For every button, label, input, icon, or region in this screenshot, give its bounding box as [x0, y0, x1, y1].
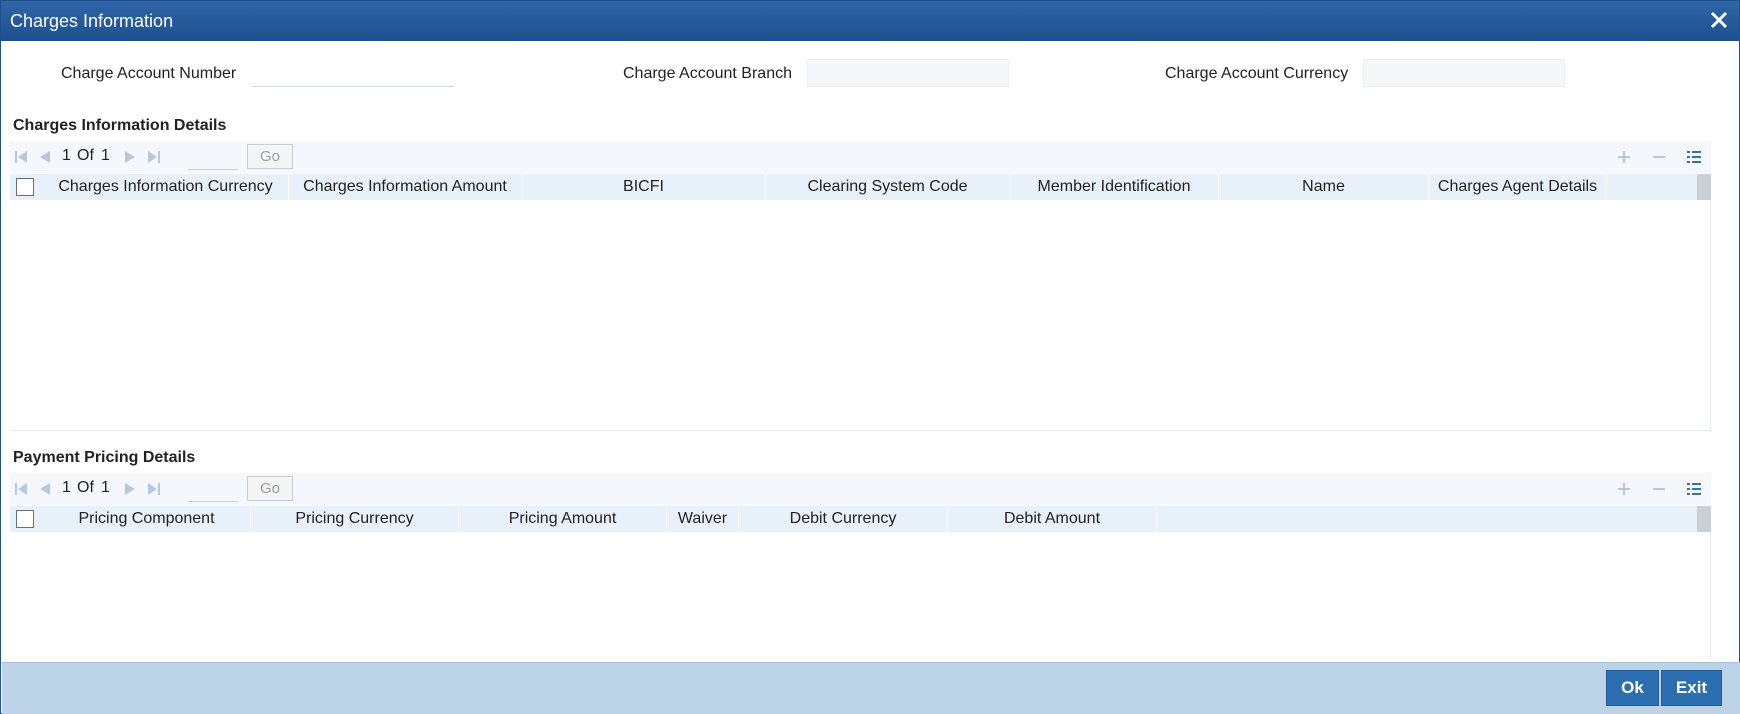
column-header[interactable]: Pricing Currency — [251, 506, 459, 532]
close-icon[interactable] — [1707, 8, 1731, 32]
charges-details-title: Charges Information Details — [13, 117, 227, 134]
current-page: 1 — [62, 479, 71, 496]
total-pages: 1 — [101, 147, 110, 164]
dialog-title: Charges Information — [10, 11, 174, 31]
charge-account-currency-label: Charge Account Currency — [1165, 65, 1349, 82]
first-page-icon[interactable] — [14, 482, 28, 496]
last-page-icon[interactable] — [147, 482, 161, 496]
first-page-icon[interactable] — [14, 150, 28, 164]
charge-account-currency-input[interactable] — [1363, 59, 1565, 87]
previous-page-icon[interactable] — [38, 482, 52, 496]
column-header[interactable]: Name — [1219, 174, 1429, 200]
charges-information-dialog: Charges Information Charge Account Numbe… — [0, 0, 1740, 714]
single-view-icon[interactable] — [1686, 481, 1702, 497]
charge-account-number-input[interactable] — [252, 59, 454, 87]
add-row-icon[interactable] — [1616, 481, 1632, 497]
scrollbar-stub[interactable] — [1697, 506, 1711, 532]
pricing-grid-header: Pricing Component Pricing Currency Prici… — [10, 506, 1711, 532]
column-header[interactable]: Clearing System Code — [766, 174, 1010, 200]
charge-account-branch-label: Charge Account Branch — [623, 65, 792, 82]
previous-page-icon[interactable] — [38, 150, 52, 164]
go-button[interactable]: Go — [247, 476, 293, 501]
pricing-pager-toolbar: 1 Of 1 Go — [10, 473, 1711, 505]
next-page-icon[interactable] — [123, 482, 137, 496]
pricing-details-title: Payment Pricing Details — [13, 449, 196, 466]
charges-grid-body — [10, 200, 1711, 431]
charge-account-number-label: Charge Account Number — [61, 65, 237, 82]
column-header[interactable]: Pricing Component — [43, 506, 251, 532]
column-header[interactable]: Charges Information Currency — [43, 174, 289, 200]
scrollbar-stub[interactable] — [1697, 174, 1711, 200]
page-number-input[interactable] — [188, 476, 238, 502]
column-header[interactable]: Debit Currency — [739, 506, 948, 532]
add-row-icon[interactable] — [1616, 149, 1632, 165]
column-header[interactable]: BICFI — [522, 174, 766, 200]
select-all-checkbox[interactable] — [16, 510, 34, 528]
ok-button[interactable]: Ok — [1606, 670, 1659, 706]
column-header[interactable]: Charges Agent Details — [1429, 174, 1607, 200]
go-button[interactable]: Go — [247, 144, 293, 169]
delete-row-icon[interactable] — [1651, 149, 1667, 165]
page-of-label: Of — [77, 147, 94, 164]
single-view-icon[interactable] — [1686, 149, 1702, 165]
column-header[interactable]: Member Identification — [1010, 174, 1219, 200]
charges-pager-toolbar: 1 Of 1 Go — [10, 141, 1711, 173]
column-header[interactable]: Charges Information Amount — [289, 174, 522, 200]
column-header[interactable]: Pricing Amount — [459, 506, 667, 532]
select-all-checkbox[interactable] — [16, 178, 34, 196]
delete-row-icon[interactable] — [1651, 481, 1667, 497]
charges-grid-header: Charges Information Currency Charges Inf… — [10, 174, 1711, 200]
current-page: 1 — [62, 147, 71, 164]
column-header[interactable]: Debit Amount — [948, 506, 1157, 532]
last-page-icon[interactable] — [147, 150, 161, 164]
exit-button[interactable]: Exit — [1661, 670, 1722, 706]
title-bar: Charges Information — [1, 1, 1739, 41]
charge-account-branch-input[interactable] — [807, 59, 1009, 87]
column-header[interactable]: Waiver — [667, 506, 739, 532]
page-of-label: Of — [77, 479, 94, 496]
dialog-footer: Ok Exit — [2, 662, 1740, 714]
pricing-grid-body — [10, 532, 1711, 660]
total-pages: 1 — [101, 479, 110, 496]
next-page-icon[interactable] — [123, 150, 137, 164]
page-number-input[interactable] — [188, 144, 238, 170]
